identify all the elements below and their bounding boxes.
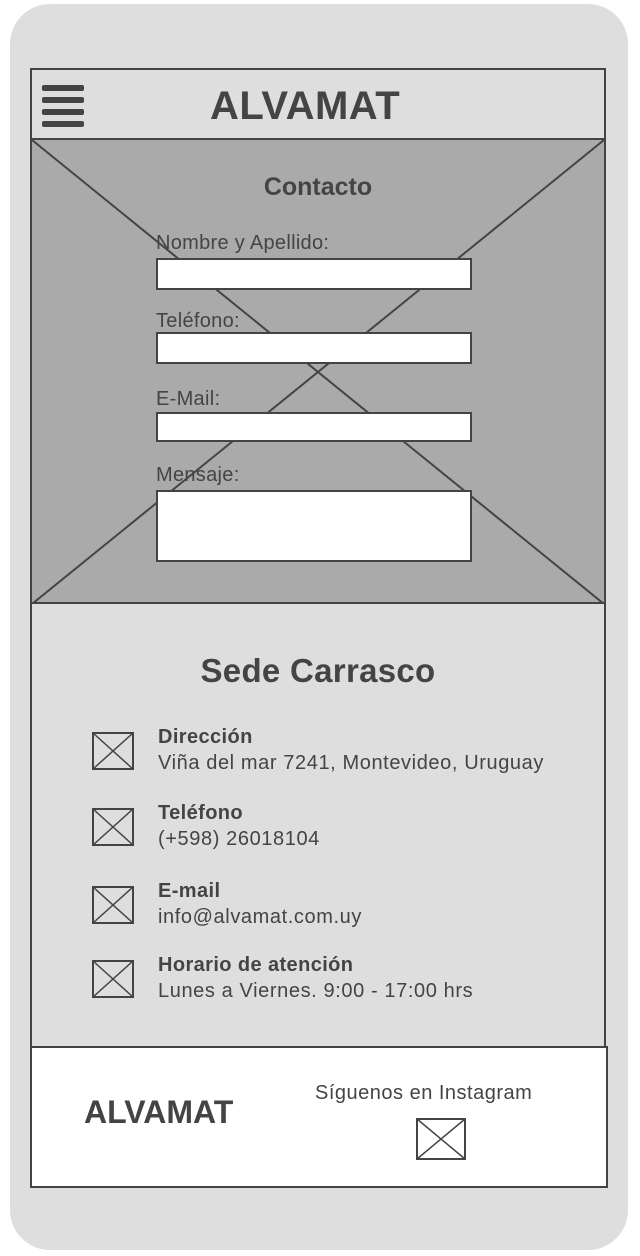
info-heading: Teléfono: [158, 802, 244, 824]
footer: ALVAMAT Síguenos en Instagram: [30, 1046, 608, 1188]
header: ALVAMAT: [32, 70, 604, 140]
info-heading: Horario de atención: [158, 954, 354, 976]
message-field[interactable]: [156, 490, 472, 562]
screen: ALVAMAT Contacto Nombre y Apellido: Telé…: [30, 68, 606, 1048]
footer-brand: ALVAMAT: [84, 1094, 234, 1130]
instagram-follow-text: Síguenos en Instagram: [315, 1082, 533, 1104]
image-placeholder-icon: [92, 808, 134, 846]
info-text: Lunes a Viernes. 9:00 - 17:00 hrs: [158, 980, 474, 1002]
image-placeholder-icon: [92, 960, 134, 998]
phone-field[interactable]: [156, 332, 472, 364]
message-field-label: Mensaje:: [156, 464, 240, 486]
info-heading: E-mail: [158, 880, 221, 902]
name-field-label: Nombre y Apellido:: [156, 232, 330, 254]
info-text: Viña del mar 7241, Montevideo, Uruguay: [158, 752, 544, 774]
image-placeholder-icon: [92, 732, 134, 770]
sede-title: Sede Carrasco: [200, 652, 436, 689]
instagram-icon[interactable]: [416, 1118, 466, 1160]
info-text: (+598) 26018104: [158, 828, 320, 850]
contact-section: Contacto Nombre y Apellido: Teléfono: E-…: [32, 140, 604, 604]
phone-field-label: Teléfono:: [156, 310, 240, 332]
info-text: info@alvamat.com.uy: [158, 906, 362, 928]
email-field[interactable]: [156, 412, 472, 442]
header-brand: ALVAMAT: [210, 84, 401, 128]
contact-title: Contacto: [263, 173, 373, 201]
image-placeholder-icon: [92, 886, 134, 924]
name-field[interactable]: [156, 258, 472, 290]
email-field-label: E-Mail:: [156, 388, 221, 410]
hamburger-menu-icon[interactable]: [42, 85, 84, 127]
info-heading: Dirección: [158, 726, 253, 748]
